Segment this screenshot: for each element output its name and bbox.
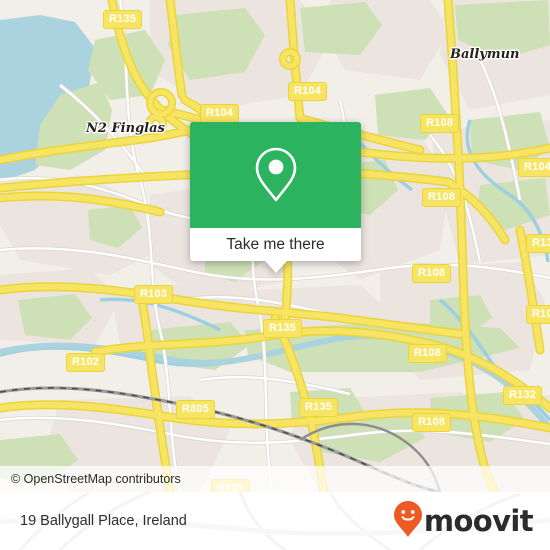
- road-shield: R108: [422, 188, 462, 207]
- road-shield: R135: [103, 10, 143, 29]
- location-pin-icon: [253, 146, 299, 204]
- road-shield: R104: [200, 104, 240, 123]
- road-shield: R108: [412, 264, 452, 283]
- road-shield: R805: [176, 400, 216, 419]
- moovit-smiley-pin-icon: [393, 500, 423, 543]
- callout-pointer: [264, 261, 287, 273]
- address-label: 19 Ballygall Place, Ireland: [20, 513, 187, 529]
- road-shield: R108: [412, 413, 452, 432]
- road-shield: R108: [420, 114, 460, 133]
- map-attribution: © OpenStreetMap contributors: [0, 466, 550, 492]
- road-shield: R104: [288, 82, 328, 101]
- road-shield: R104: [518, 158, 550, 177]
- road-shield: R103: [134, 285, 174, 304]
- callout-image-area: [190, 122, 361, 228]
- road-shield: R103: [526, 305, 550, 324]
- road-shield: R102: [66, 353, 106, 372]
- take-me-there-button[interactable]: Take me there: [190, 228, 361, 261]
- road-shield: R135: [263, 319, 303, 338]
- map-callout-card[interactable]: Take me there: [190, 122, 361, 273]
- moovit-logo: moovit: [393, 500, 550, 543]
- road-shield: R108: [408, 344, 448, 363]
- moovit-wordmark: moovit: [423, 503, 534, 538]
- bottom-info-bar: 19 Ballygall Place, Ireland moovit: [0, 492, 550, 550]
- attribution-text: © OpenStreetMap contributors: [11, 472, 181, 486]
- map-screenshot: N2 Finglas Ballymun R135 R104 R104 R108 …: [0, 0, 550, 550]
- road-shield: R132: [503, 386, 543, 405]
- road-shield: R132: [526, 234, 550, 253]
- road-shield: R135: [299, 398, 339, 417]
